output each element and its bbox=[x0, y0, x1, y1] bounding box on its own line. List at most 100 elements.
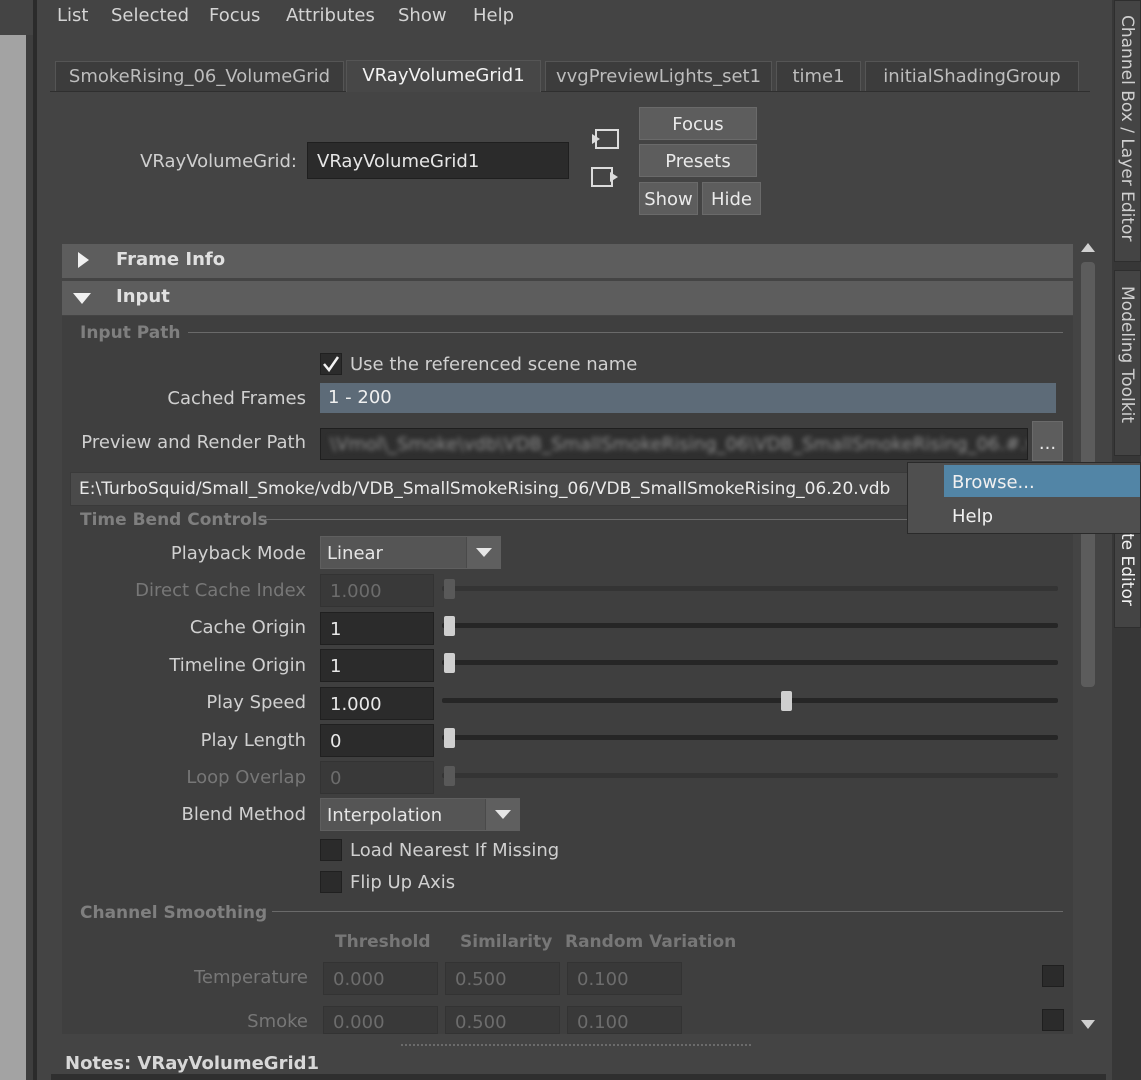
tab-channel-box-layer-editor[interactable]: Channel Box / Layer Editor bbox=[1114, 0, 1141, 262]
timeline-origin-field[interactable]: 1 bbox=[320, 649, 434, 682]
column-random-variation: Random Variation bbox=[565, 932, 737, 952]
group-divider bbox=[188, 332, 1063, 333]
temperature-threshold-field: 0.000 bbox=[323, 962, 438, 995]
play-speed-slider-track[interactable] bbox=[442, 698, 1058, 703]
menu-attributes[interactable]: Attributes bbox=[286, 5, 375, 26]
menu-show[interactable]: Show bbox=[398, 5, 447, 26]
browse-path-button[interactable]: ... bbox=[1032, 421, 1063, 461]
play-length-field[interactable]: 0 bbox=[320, 724, 434, 757]
notes-field[interactable] bbox=[51, 1074, 1106, 1080]
tab-vrayvolumegrid1[interactable]: VRayVolumeGrid1 bbox=[346, 60, 541, 92]
play-length-label: Play Length bbox=[200, 730, 306, 751]
temperature-enable-checkbox[interactable] bbox=[1042, 965, 1064, 987]
timeline-origin-slider-handle[interactable] bbox=[444, 653, 455, 673]
load-nearest-label: Load Nearest If Missing bbox=[350, 840, 560, 861]
preview-render-path-field[interactable]: \Vmol\_Smoke\vdb\VDB_SmallSmokeRising_06… bbox=[320, 428, 1028, 460]
direct-cache-index-field: 1.000 bbox=[320, 574, 434, 607]
tab-initialshadinggroup[interactable]: initialShadingGroup bbox=[865, 61, 1079, 91]
chevron-down-icon bbox=[466, 537, 500, 568]
blend-method-value: Interpolation bbox=[327, 805, 443, 826]
cache-origin-slider-track[interactable] bbox=[442, 623, 1058, 628]
tab-modeling-toolkit[interactable]: Modeling Toolkit bbox=[1114, 270, 1141, 456]
play-speed-field[interactable]: 1.000 bbox=[320, 687, 434, 720]
menu-focus[interactable]: Focus bbox=[209, 5, 260, 26]
notes-bar: Notes: VRayVolumeGrid1 bbox=[37, 1044, 1112, 1080]
smoke-label: Smoke bbox=[247, 1011, 308, 1032]
loop-overlap-field: 0 bbox=[320, 761, 434, 794]
play-speed-slider-handle[interactable] bbox=[780, 691, 792, 711]
cache-origin-slider-handle[interactable] bbox=[444, 616, 455, 636]
preview-render-path-label: Preview and Render Path bbox=[81, 432, 306, 453]
input-path-group-title: Input Path bbox=[80, 323, 181, 343]
use-ref-name-label: Use the referenced scene name bbox=[350, 354, 638, 375]
menu-selected[interactable]: Selected bbox=[111, 5, 189, 26]
flip-up-axis-label: Flip Up Axis bbox=[350, 872, 456, 893]
attribute-scrollbar[interactable] bbox=[1077, 240, 1099, 1035]
cached-frames-field: 1 - 200 bbox=[320, 383, 1056, 413]
play-speed-label: Play Speed bbox=[206, 692, 306, 713]
channel-box-tab-label: Channel Box / Layer Editor bbox=[1117, 15, 1137, 242]
tab-smokerising-volumegrid[interactable]: SmokeRising_06_VolumeGrid bbox=[55, 61, 344, 91]
frame-info-section-header[interactable]: Frame Info bbox=[62, 244, 1073, 278]
left-panel-edge bbox=[0, 0, 33, 1080]
menu-list[interactable]: List bbox=[57, 5, 88, 26]
hide-button[interactable]: Hide bbox=[702, 182, 761, 215]
scroll-up-icon[interactable] bbox=[1081, 243, 1095, 252]
help-menu-item[interactable]: Help bbox=[952, 506, 993, 527]
direct-cache-index-slider-handle bbox=[444, 579, 455, 599]
blend-method-dropdown[interactable]: Interpolation bbox=[320, 798, 520, 831]
cache-origin-field[interactable]: 1 bbox=[320, 612, 434, 645]
direct-cache-index-slider-track bbox=[442, 586, 1058, 591]
path-popup-menu: Browse... Help bbox=[907, 462, 1141, 534]
group-divider bbox=[265, 519, 907, 520]
focus-button[interactable]: Focus bbox=[639, 107, 757, 140]
expand-arrow-icon bbox=[78, 252, 89, 268]
playback-mode-dropdown[interactable]: Linear bbox=[320, 536, 501, 569]
blend-method-label: Blend Method bbox=[181, 804, 307, 825]
chevron-down-icon bbox=[485, 799, 519, 830]
loop-overlap-slider-track bbox=[442, 773, 1058, 778]
preview-render-path-value: \Vmol\_Smoke\vdb\VDB_SmallSmokeRising_06… bbox=[330, 434, 1028, 455]
load-nearest-checkbox[interactable] bbox=[320, 839, 342, 861]
smoke-threshold-field: 0.000 bbox=[323, 1006, 438, 1034]
cache-origin-label: Cache Origin bbox=[189, 617, 306, 638]
smoke-enable-checkbox[interactable] bbox=[1042, 1009, 1064, 1031]
input-label: Input bbox=[116, 286, 170, 307]
direct-cache-index-label: Direct Cache Index bbox=[135, 580, 306, 601]
menu-help[interactable]: Help bbox=[473, 5, 514, 26]
play-length-slider-handle[interactable] bbox=[444, 728, 455, 748]
use-ref-name-checkbox[interactable] bbox=[320, 353, 342, 375]
show-button[interactable]: Show bbox=[639, 182, 698, 215]
playback-mode-label: Playback Mode bbox=[170, 543, 306, 564]
load-selected-icon[interactable] bbox=[590, 125, 620, 153]
path-tooltip-text: E:\TurboSquid/Small_Smoke/vdb/VDB_SmallS… bbox=[79, 479, 891, 499]
group-divider bbox=[272, 911, 1063, 912]
timeline-origin-slider-track[interactable] bbox=[442, 660, 1058, 665]
temperature-similarity-field: 0.500 bbox=[445, 962, 560, 995]
presets-button[interactable]: Presets bbox=[639, 144, 757, 177]
play-length-slider-track[interactable] bbox=[442, 735, 1058, 740]
notes-resize-handle[interactable] bbox=[401, 1044, 751, 1046]
column-similarity: Similarity bbox=[460, 932, 553, 952]
column-threshold: Threshold bbox=[335, 932, 431, 952]
modeling-toolkit-tab-label: Modeling Toolkit bbox=[1117, 286, 1137, 423]
smoke-random-field: 0.100 bbox=[567, 1006, 682, 1034]
browse-menu-item[interactable]: Browse... bbox=[952, 472, 1035, 493]
tab-time1[interactable]: time1 bbox=[776, 61, 861, 91]
node-name-field[interactable]: VRayVolumeGrid1 bbox=[307, 142, 569, 179]
panel-divider[interactable] bbox=[33, 0, 37, 1080]
copy-tab-icon[interactable] bbox=[590, 163, 620, 191]
node-name-label: VRayVolumeGrid: bbox=[140, 151, 297, 172]
notes-label: Notes: VRayVolumeGrid1 bbox=[65, 1053, 320, 1074]
temperature-random-field: 0.100 bbox=[567, 962, 682, 995]
time-bend-group-title: Time Bend Controls bbox=[80, 510, 268, 530]
loop-overlap-label: Loop Overlap bbox=[186, 767, 306, 788]
loop-overlap-slider-handle bbox=[444, 766, 455, 786]
temperature-label: Temperature bbox=[193, 967, 308, 988]
flip-up-axis-checkbox[interactable] bbox=[320, 871, 342, 893]
input-section-header[interactable]: Input bbox=[62, 281, 1073, 315]
scroll-down-icon[interactable] bbox=[1081, 1020, 1095, 1029]
cached-frames-label: Cached Frames bbox=[167, 388, 306, 409]
playback-mode-value: Linear bbox=[327, 543, 383, 564]
tab-vvgpreviewlights-set1[interactable]: vvgPreviewLights_set1 bbox=[545, 61, 772, 91]
